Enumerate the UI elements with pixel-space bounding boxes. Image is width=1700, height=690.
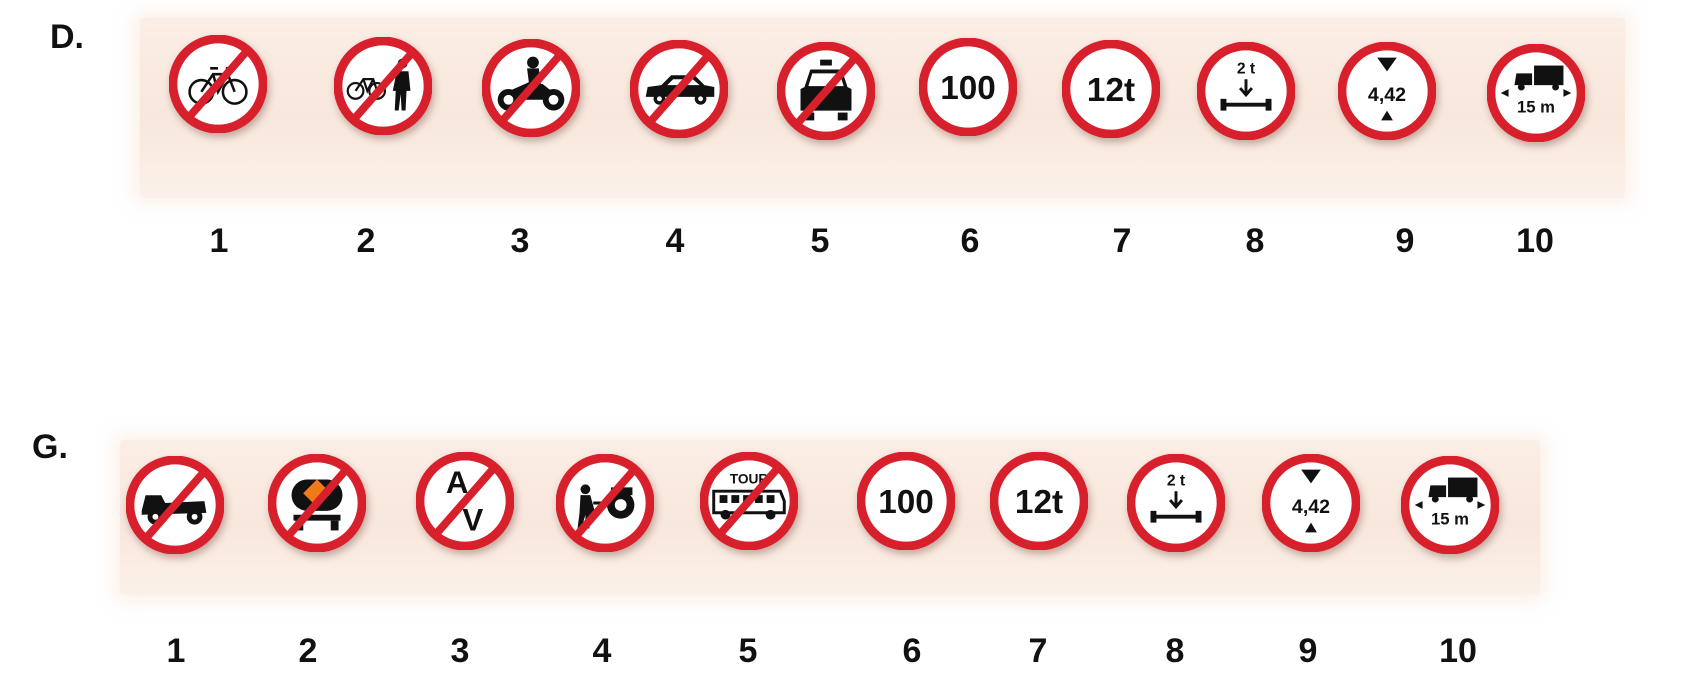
bicycle-icon: [169, 35, 267, 133]
section-d-number: 2: [356, 222, 376, 260]
axle-load-value: 2 t: [1237, 60, 1256, 77]
bicycle-pedestrian-icon: [334, 37, 432, 135]
section-d-sign-4: [630, 40, 728, 138]
section-g-number: 2: [298, 632, 318, 670]
section-d-sign-3: [482, 39, 580, 137]
length-limit-icon: 15 m: [1487, 44, 1585, 142]
section-g-sign-4: [556, 454, 654, 552]
speed-limit-icon: 100: [919, 38, 1017, 136]
section-d-number: 7: [1112, 222, 1132, 260]
section-g-number: 4: [592, 632, 612, 670]
svg-text:V: V: [462, 502, 483, 537]
section-d-number: 3: [510, 222, 530, 260]
car-icon: [630, 40, 728, 138]
animal-drawn-vehicle-icon: A V: [416, 452, 514, 550]
section-d-sign-2: [334, 37, 432, 135]
speed-limit-icon: 100: [857, 452, 955, 550]
svg-text:A: A: [446, 465, 469, 500]
length-limit-value: 15 m: [1431, 510, 1469, 529]
section-d-number: 8: [1245, 222, 1265, 260]
section-d-label: D.: [50, 18, 84, 56]
section-d-number: 9: [1395, 222, 1415, 260]
section-g-sign-7: 12t: [990, 452, 1088, 550]
weight-limit-icon: 12t: [1062, 40, 1160, 138]
dangerous-goods-tanker-icon: [268, 454, 366, 552]
axle-load-icon: 2 t: [1197, 42, 1295, 140]
section-g-number: 8: [1165, 632, 1185, 670]
section-d-sign-6: 100: [919, 38, 1017, 136]
section-g-number: 5: [738, 632, 758, 670]
section-d-number: 10: [1516, 222, 1554, 260]
section-g-label: G.: [32, 428, 68, 466]
section-g-number: 9: [1298, 632, 1318, 670]
section-d-sign-9: 4,42: [1338, 42, 1436, 140]
section-g-sign-1: [126, 456, 224, 554]
taxi-icon: [777, 42, 875, 140]
section-g-sign-3: A V: [416, 452, 514, 550]
section-d-sign-7: 12t: [1062, 40, 1160, 138]
section-d-sign-10: 15 m: [1487, 44, 1585, 142]
section-d-sign-1: [169, 35, 267, 133]
section-g-sign-2: [268, 454, 366, 552]
section-d-number: 1: [209, 222, 229, 260]
height-limit-icon: 4,42: [1262, 454, 1360, 552]
section-g-sign-8: 2 t: [1127, 454, 1225, 552]
section-g-sign-6: 100: [857, 452, 955, 550]
section-d-sign-8: 2 t: [1197, 42, 1295, 140]
section-g-number: 10: [1439, 632, 1477, 670]
height-limit-icon: 4,42: [1338, 42, 1436, 140]
section-g-sign-9: 4,42: [1262, 454, 1360, 552]
height-limit-value: 4,42: [1368, 84, 1406, 106]
section-g-sign-5: TOUR: [700, 452, 798, 550]
section-d-number: 4: [665, 222, 685, 260]
speed-limit-value: 100: [940, 70, 996, 107]
section-d-sign-5: [777, 42, 875, 140]
length-limit-icon: 15 m: [1401, 456, 1499, 554]
section-g-number: 3: [450, 632, 470, 670]
motorcycle-icon: [482, 39, 580, 137]
section-d-number: 5: [810, 222, 830, 260]
length-limit-value: 15 m: [1517, 98, 1555, 117]
tour-bus-icon: TOUR: [700, 452, 798, 550]
height-limit-value: 4,42: [1292, 496, 1330, 518]
section-g-number: 6: [902, 632, 922, 670]
handcart-icon: [556, 454, 654, 552]
section-g-sign-10: 15 m: [1401, 456, 1499, 554]
tractor-icon: [126, 456, 224, 554]
speed-limit-value: 100: [878, 484, 934, 521]
weight-limit-icon: 12t: [990, 452, 1088, 550]
weight-limit-value: 12t: [1087, 72, 1135, 109]
weight-limit-value: 12t: [1015, 484, 1063, 521]
section-g-number: 1: [166, 632, 186, 670]
section-d-number: 6: [960, 222, 980, 260]
axle-load-icon: 2 t: [1127, 454, 1225, 552]
axle-load-value: 2 t: [1167, 472, 1186, 489]
section-g-number: 7: [1028, 632, 1048, 670]
